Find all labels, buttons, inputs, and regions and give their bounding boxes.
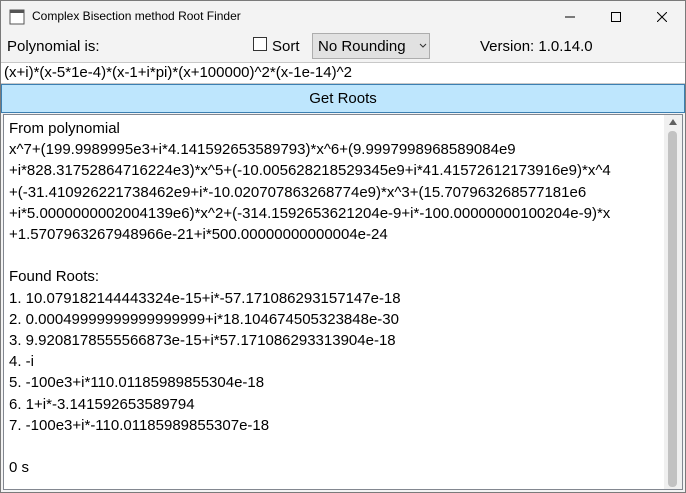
output-line: x^7+(199.9989995e3+i*4.141592653589793)*… xyxy=(9,141,516,159)
sort-checkbox[interactable] xyxy=(253,37,267,51)
minimize-icon xyxy=(565,16,575,17)
polynomial-input[interactable]: (x+i)*(x-5*1e-4)*(x-1+i*pi)*(x+100000)^2… xyxy=(1,62,685,84)
output-line: +i*828.31752864716224e3)*x^5+(-10.005628… xyxy=(9,162,611,180)
output-line: +i*5.0000000002004139e6)*x^2+(-314.15926… xyxy=(9,204,611,222)
title-bar[interactable]: Complex Bisection method Root Finder xyxy=(1,1,685,32)
minimize-button[interactable] xyxy=(547,1,593,32)
version-label: Version: 1.0.14.0 xyxy=(480,38,593,55)
output-line: 2. 0.00049999999999999999+i*18.104674505… xyxy=(9,310,399,328)
sort-label[interactable]: Sort xyxy=(272,38,300,55)
close-icon xyxy=(657,11,667,22)
rounding-dropdown[interactable]: No Rounding xyxy=(312,33,430,59)
app-window: Complex Bisection method Root Finder Pol… xyxy=(0,0,686,493)
output-line: +(-31.410926221738462e9+i*-10.0207078632… xyxy=(9,183,587,201)
output-line: Found Roots: xyxy=(9,268,100,286)
vertical-scrollbar[interactable] xyxy=(664,115,682,489)
scrollbar-thumb[interactable] xyxy=(668,131,677,487)
get-roots-button[interactable]: Get Roots xyxy=(1,84,685,113)
output-line: 1. 10.079182144443324e-15+i*-57.17108629… xyxy=(9,289,401,307)
output-line: +1.5707963267948966e-21+i*500.0000000000… xyxy=(9,226,388,244)
output-line: 5. -100e3+i*110.01185989855304e-18 xyxy=(9,374,265,392)
rounding-selected-value: No Rounding xyxy=(318,38,406,55)
output-line: 4. -i xyxy=(9,353,35,371)
close-button[interactable] xyxy=(639,1,685,32)
output-textbox[interactable]: From polynomial x^7+(199.9989995e3+i*4.14… xyxy=(3,114,683,490)
toolbar: Polynomial is: Sort No Rounding Version:… xyxy=(1,33,685,61)
window-title: Complex Bisection method Root Finder xyxy=(32,9,241,23)
output-line: 0 s xyxy=(9,459,30,477)
maximize-icon xyxy=(611,11,621,22)
app-icon xyxy=(9,9,25,25)
output-line: 3. 9.9208178555566873e-15+i*57.171086293… xyxy=(9,332,396,350)
output-line: 7. -100e3+i*-110.01185989855307e-18 xyxy=(9,416,270,434)
scroll-up-arrow-icon[interactable] xyxy=(669,119,677,125)
output-line: 6. 1+i*-3.141592653589794 xyxy=(9,395,195,413)
output-text: From polynomial x^7+(199.9989995e3+i*4.14… xyxy=(9,118,661,478)
chevron-down-icon xyxy=(419,43,427,48)
output-line: From polynomial xyxy=(9,120,120,137)
polynomial-label: Polynomial is: xyxy=(7,38,100,55)
maximize-button[interactable] xyxy=(593,1,639,32)
